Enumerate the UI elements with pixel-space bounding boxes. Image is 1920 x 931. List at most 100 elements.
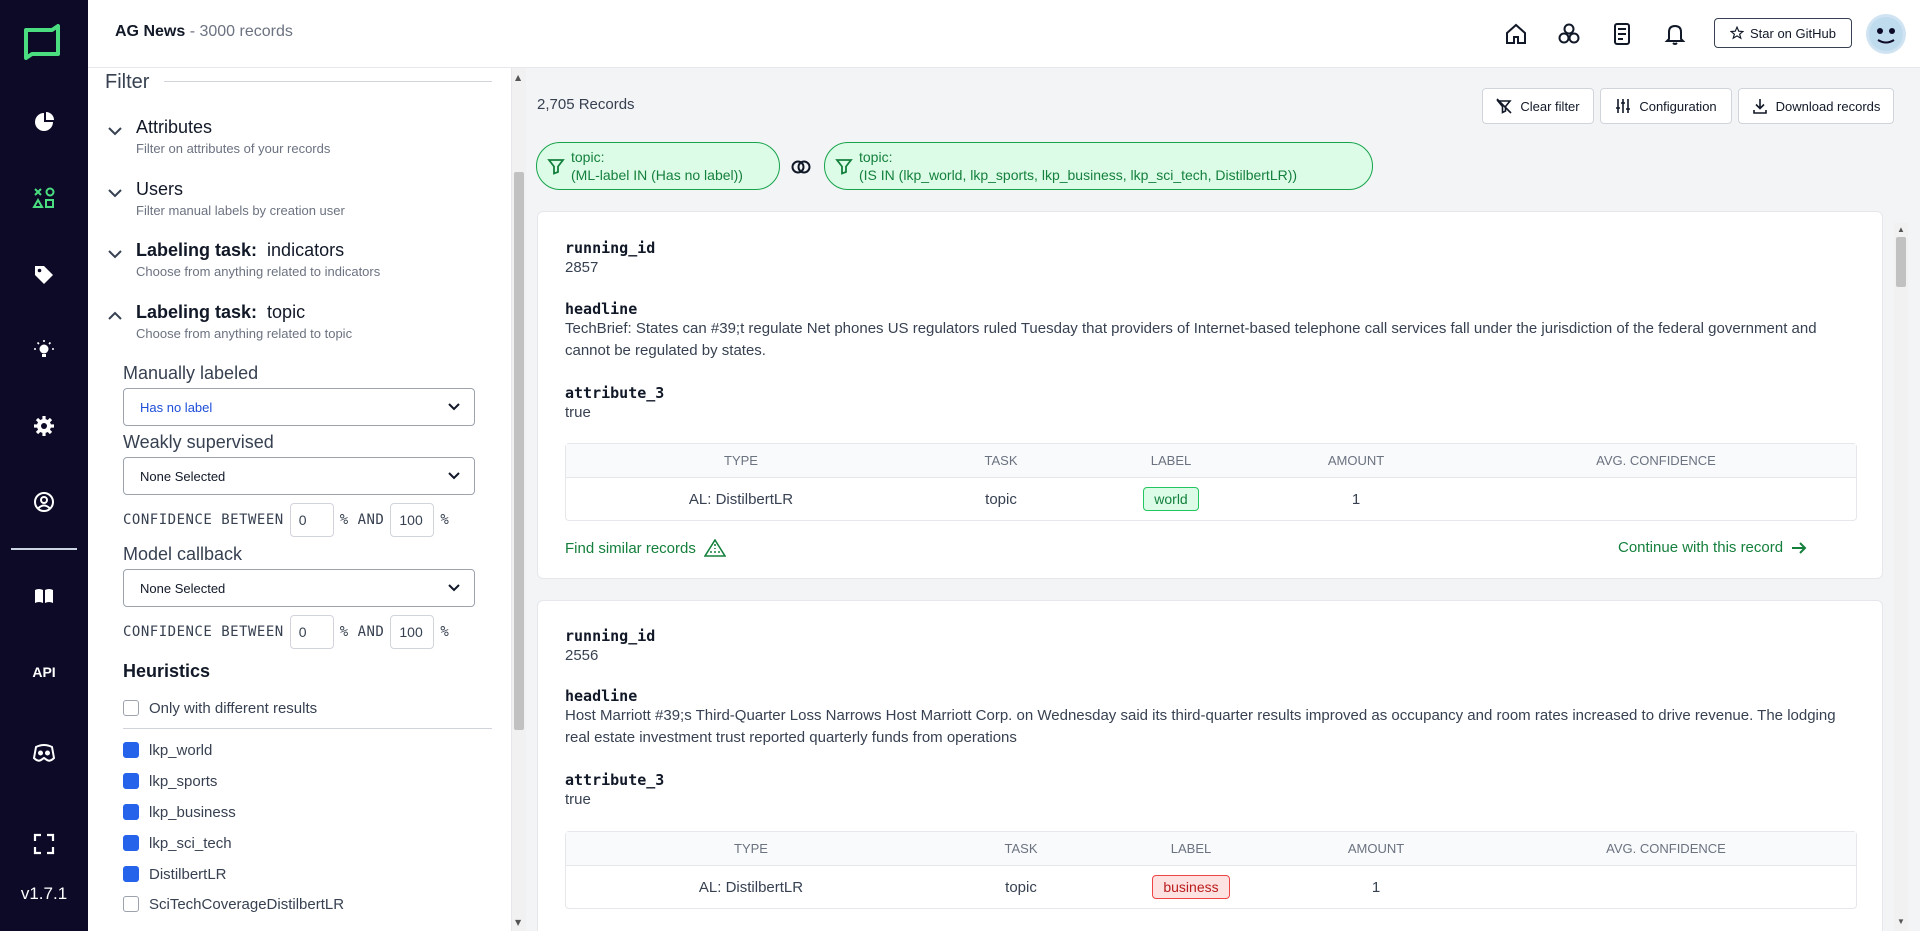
scrollbar-thumb[interactable] <box>514 172 524 730</box>
clear-filter-button[interactable]: Clear filter <box>1482 88 1594 124</box>
table-header: TYPE TASK LABEL AMOUNT AVG. CONFIDENCE <box>566 444 1856 478</box>
checkbox[interactable] <box>123 773 139 789</box>
chip-link-icon[interactable] <box>790 156 812 178</box>
user-avatar[interactable] <box>1866 14 1906 54</box>
kern-logo-icon[interactable] <box>22 24 62 60</box>
clear-filter-icon <box>1496 98 1513 114</box>
scroll-down-arrow-icon[interactable]: ▼ <box>1897 917 1905 926</box>
label-table: TYPE TASK LABEL AMOUNT AVG. CONFIDENCE A… <box>565 443 1857 521</box>
user-profile-icon[interactable] <box>26 484 62 520</box>
filter-chip-ml-label[interactable]: topic: (ML-label IN (Has no label)) <box>536 142 780 190</box>
api-link[interactable]: API <box>24 664 64 680</box>
home-icon[interactable] <box>1502 20 1530 48</box>
heuristics-bulb-icon[interactable] <box>26 332 62 368</box>
chevron-up-icon[interactable] <box>107 308 123 324</box>
only-different-results-checkbox[interactable]: Only with different results <box>123 698 317 718</box>
labeling-tag-icon[interactable] <box>26 257 62 293</box>
heuristic-item[interactable]: lkp_sci_tech <box>123 833 232 853</box>
weak-confidence-min-input[interactable] <box>289 503 334 537</box>
confidence-prefix: CONFIDENCE BETWEEN <box>123 624 284 640</box>
checkbox[interactable] <box>123 896 139 912</box>
row-amount: 1 <box>1371 878 1381 896</box>
download-records-button[interactable]: Download records <box>1738 88 1894 124</box>
filter-funnel-icon <box>835 159 853 175</box>
records-main: 2,705 Records Clear filter Configuration… <box>526 68 1920 931</box>
chevron-down-icon[interactable] <box>107 246 123 262</box>
callback-confidence-max-input[interactable] <box>390 615 435 649</box>
find-similar-records-link[interactable]: Find similar records <box>565 539 726 557</box>
column-header: TASK <box>984 453 1018 468</box>
checkbox[interactable] <box>123 866 139 882</box>
table-header: TYPE TASK LABEL AMOUNT AVG. CONFIDENCE <box>566 832 1856 866</box>
project-name: AG News <box>115 23 186 40</box>
section-subtitle: Filter on attributes of your records <box>136 141 331 156</box>
project-title: AG News - 3000 records <box>115 23 293 40</box>
discord-icon[interactable] <box>26 735 62 771</box>
heuristic-item[interactable]: DistilbertLR <box>123 864 227 884</box>
record-card: running_id 2556 headline Host Marriott #… <box>537 600 1883 931</box>
callback-confidence-min-input[interactable] <box>289 615 334 649</box>
checkbox[interactable] <box>123 742 139 758</box>
model-callback-dropdown[interactable]: None Selected <box>123 569 475 607</box>
confidence-and: % AND <box>339 624 385 640</box>
section-title: Users <box>136 179 184 199</box>
chip-condition: (ML-label IN (Has no label)) <box>571 167 743 183</box>
chevron-down-icon[interactable] <box>107 123 123 139</box>
heuristic-item[interactable]: lkp_sports <box>123 771 217 791</box>
heuristic-name: DistilbertLR <box>149 865 227 883</box>
table-row: AL: DistilbertLR topic world 1 <box>566 478 1856 520</box>
heuristic-item[interactable]: lkp_business <box>123 802 236 822</box>
continue-with-record-link[interactable]: Continue with this record <box>1618 539 1807 556</box>
configuration-button[interactable]: Configuration <box>1600 88 1732 124</box>
weak-confidence-max-input[interactable] <box>390 503 435 537</box>
filter-chip-heuristics[interactable]: topic: (IS IN (lkp_world, lkp_sports, lkp… <box>824 142 1373 190</box>
column-header: TASK <box>1004 841 1038 856</box>
manually-labeled-label: Manually labeled <box>123 363 259 383</box>
field-name: attribute_3 <box>565 771 665 789</box>
records-scrollbar[interactable]: ▲ ▼ <box>1894 223 1908 931</box>
label-badge: world <box>1143 487 1199 511</box>
callback-confidence-range: CONFIDENCE BETWEEN % AND % <box>123 615 449 649</box>
filter-funnel-icon <box>547 159 565 175</box>
checkbox[interactable] <box>123 700 139 716</box>
sidebar-scrollbar[interactable]: ▲ ▼ <box>512 68 526 931</box>
checkbox-label: Only with different results <box>149 699 318 717</box>
left-nav: API v1.7.1 <box>0 0 88 931</box>
nav-divider <box>11 548 77 550</box>
star-on-github-button[interactable]: Star on GitHub <box>1714 18 1852 48</box>
scroll-down-arrow-icon[interactable]: ▼ <box>515 918 521 927</box>
continue-label: Continue with this record <box>1618 539 1784 556</box>
heuristics-divider <box>123 728 492 729</box>
manually-labeled-dropdown[interactable]: Has no label <box>123 388 475 426</box>
projects-circles-icon[interactable] <box>1555 20 1583 48</box>
scroll-up-arrow-icon[interactable]: ▲ <box>1897 225 1905 234</box>
row-type: AL: DistilbertLR <box>688 490 794 508</box>
manually-labeled-value: Has no label <box>140 399 213 415</box>
column-header: TYPE <box>724 453 758 468</box>
heuristic-name: lkp_business <box>149 803 236 821</box>
checkbox[interactable] <box>123 835 139 851</box>
heuristics-title: Heuristics <box>123 661 211 681</box>
field-name: headline <box>565 687 638 705</box>
overview-pie-icon[interactable] <box>26 104 62 140</box>
heuristic-item[interactable]: lkp_world <box>123 740 212 760</box>
checkbox[interactable] <box>123 804 139 820</box>
column-header: AMOUNT <box>1327 453 1385 468</box>
chevron-down-icon[interactable] <box>107 185 123 201</box>
fullscreen-expand-icon[interactable] <box>26 826 62 862</box>
heuristic-item[interactable]: SciTechCoverageDistilbertLR <box>123 894 344 914</box>
find-similar-label: Find similar records <box>565 539 696 557</box>
star-icon <box>1730 26 1744 40</box>
scrollbar-thumb[interactable] <box>1896 237 1906 287</box>
column-header: AVG. CONFIDENCE <box>1606 841 1726 856</box>
scroll-up-arrow-icon[interactable]: ▲ <box>515 73 521 82</box>
documentation-book-icon[interactable] <box>26 578 62 614</box>
notifications-bell-icon[interactable] <box>1661 20 1689 48</box>
star-on-github-label: Star on GitHub <box>1750 25 1836 41</box>
confidence-prefix: CONFIDENCE BETWEEN <box>123 512 284 528</box>
notes-document-icon[interactable] <box>1608 20 1636 48</box>
settings-gear-icon[interactable] <box>26 408 62 444</box>
section-subtitle: Filter manual labels by creation user <box>136 203 345 218</box>
weakly-supervised-dropdown[interactable]: None Selected <box>123 457 475 495</box>
data-browser-shapes-icon[interactable] <box>26 180 62 216</box>
